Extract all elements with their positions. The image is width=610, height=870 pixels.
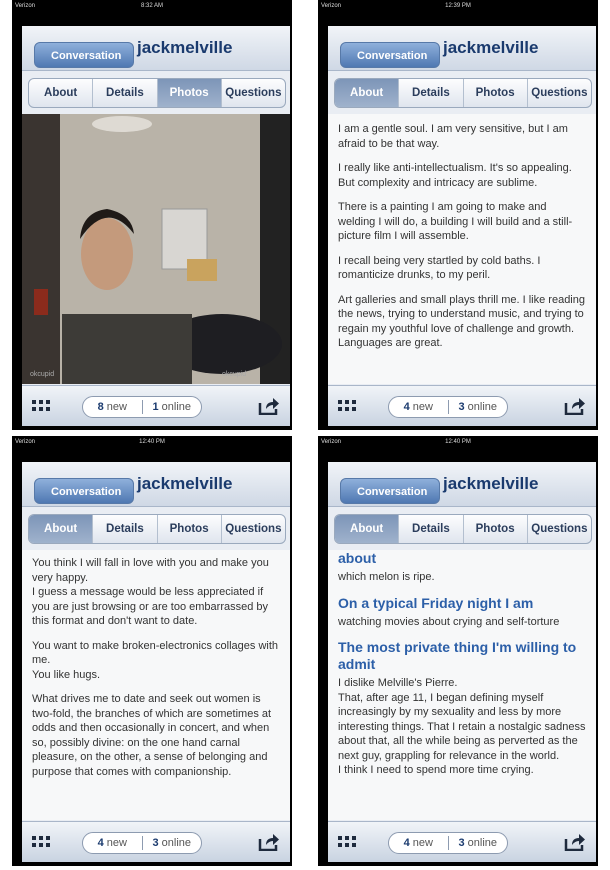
status-bar: Verizon 8:32 AM	[12, 0, 292, 12]
nav-bar: Conversation jackmelville	[328, 462, 596, 507]
online-count: 1 online	[152, 401, 192, 413]
tab-photos[interactable]: Photos	[158, 515, 222, 543]
profile-title: jackmelville	[137, 38, 233, 57]
about-content: I am a gentle soul. I am very sensitive,…	[328, 114, 596, 384]
tab-photos[interactable]: Photos	[157, 79, 222, 107]
about-paragraph: Art galleries and small plays thrill me.…	[338, 293, 585, 350]
photo-illustration: okcupid okcupid	[22, 114, 290, 384]
tab-questions[interactable]: Questions	[222, 515, 285, 543]
conversation-back-button[interactable]: Conversation	[34, 478, 135, 504]
nav-bar: Conversation jackmelville	[328, 26, 596, 71]
clock-label: 12:39 PM	[445, 3, 471, 9]
share-icon[interactable]	[564, 833, 586, 851]
conversation-back-button[interactable]: Conversation	[340, 478, 441, 504]
tab-questions[interactable]: Questions	[528, 515, 591, 543]
tab-about[interactable]: About	[335, 79, 400, 107]
about-paragraph: I really like anti-intellectualism. It's…	[338, 162, 572, 189]
svg-text:okcupid: okcupid	[30, 371, 54, 378]
about-content: You think I will fall in love with you a…	[22, 550, 290, 820]
bottom-toolbar: 4 new 3 online	[328, 385, 596, 426]
profile-tabs: About Details Photos Questions	[28, 78, 286, 108]
status-bar: Verizon 12:39 PM	[318, 0, 598, 12]
share-icon[interactable]	[258, 833, 280, 851]
app-screen: Conversation jackmelville About Details …	[22, 462, 290, 862]
new-messages-count: 8 new	[97, 401, 127, 413]
about-paragraph: You want to make broken-electronics coll…	[32, 639, 279, 681]
share-icon[interactable]	[564, 397, 586, 415]
section-heading: about	[338, 550, 377, 566]
profile-title: jackmelville	[443, 38, 539, 57]
section-text: watching movies about crying and self-to…	[338, 615, 560, 628]
clock-label: 12:40 PM	[445, 439, 471, 445]
profile-photo[interactable]: okcupid okcupid	[22, 114, 290, 384]
tab-about[interactable]: About	[29, 515, 94, 543]
online-count: 3 online	[458, 837, 498, 849]
activity-counter[interactable]: 8 new 1 online	[82, 396, 202, 418]
clock-label: 8:32 AM	[140, 3, 163, 9]
new-messages-count: 4 new	[403, 401, 433, 413]
grid-menu-icon[interactable]	[32, 400, 50, 412]
tab-details[interactable]: Details	[399, 515, 464, 543]
profile-title: jackmelville	[443, 474, 539, 493]
profile-tabs: About Details Photos Questions	[28, 514, 286, 544]
conversation-back-button[interactable]: Conversation	[34, 42, 135, 68]
new-messages-count: 4 new	[403, 837, 433, 849]
tab-photos[interactable]: Photos	[464, 515, 528, 543]
activity-counter[interactable]: 4 new 3 online	[388, 396, 508, 418]
conversation-back-button[interactable]: Conversation	[340, 42, 441, 68]
section-text: I dislike Melville's Pierre. That, after…	[338, 677, 586, 776]
section-text: which melon is ripe.	[338, 571, 435, 583]
section-heading: The most private thing I'm willing to ad…	[338, 639, 577, 672]
about-paragraph: I am a gentle soul. I am very sensitive,…	[338, 123, 568, 150]
activity-counter[interactable]: 4 new 3 online	[388, 832, 508, 854]
grid-menu-icon[interactable]	[338, 400, 356, 412]
profile-title: jackmelville	[137, 474, 233, 493]
tab-photos[interactable]: Photos	[464, 79, 528, 107]
grid-menu-icon[interactable]	[338, 836, 356, 848]
tab-questions[interactable]: Questions	[222, 79, 285, 107]
tab-details[interactable]: Details	[399, 79, 464, 107]
about-content: about which melon is ripe. On a typical …	[328, 550, 596, 820]
status-bar: Verizon 12:40 PM	[12, 436, 292, 448]
app-screen: Conversation jackmelville About Details …	[328, 462, 596, 862]
online-count: 3 online	[458, 401, 498, 413]
nav-bar: Conversation jackmelville	[22, 26, 290, 71]
screenshot-panel-2: Verizon 12:39 PM Conversation jackmelvil…	[318, 0, 598, 430]
profile-tabs: About Details Photos Questions	[334, 514, 592, 544]
app-screen: Conversation jackmelville About Details …	[22, 26, 290, 426]
about-paragraph: I recall being very startled by cold bat…	[338, 254, 541, 282]
grid-menu-icon[interactable]	[32, 836, 50, 848]
activity-counter[interactable]: 4 new 3 online	[82, 832, 202, 854]
svg-text:okcupid: okcupid	[222, 371, 246, 378]
screenshot-panel-1: Verizon 8:32 AM Conversation jackmelvill…	[12, 0, 292, 430]
bottom-toolbar: 4 new 3 online	[328, 821, 596, 862]
tab-about[interactable]: About	[29, 79, 94, 107]
online-count: 3 online	[152, 837, 192, 849]
new-messages-count: 4 new	[97, 837, 127, 849]
status-bar: Verizon 12:40 PM	[318, 436, 598, 448]
profile-tabs: About Details Photos Questions	[334, 78, 592, 108]
screenshot-panel-4: Verizon 12:40 PM Conversation jackmelvil…	[318, 436, 598, 866]
share-icon[interactable]	[258, 397, 280, 415]
screenshot-panel-3: Verizon 12:40 PM Conversation jackmelvil…	[12, 436, 292, 866]
clock-label: 12:40 PM	[139, 439, 165, 445]
section-heading: On a typical Friday night I am	[338, 594, 534, 611]
about-paragraph: You think I will fall in love with you a…	[32, 557, 269, 627]
bottom-toolbar: 8 new 1 online	[22, 385, 290, 426]
tab-details[interactable]: Details	[93, 515, 158, 543]
tab-details[interactable]: Details	[93, 79, 158, 107]
about-paragraph: What drives me to date and seek out wome…	[32, 693, 272, 778]
about-paragraph: There is a painting I am going to make a…	[338, 201, 573, 242]
app-screen: Conversation jackmelville About Details …	[328, 26, 596, 426]
nav-bar: Conversation jackmelville	[22, 462, 290, 507]
tab-questions[interactable]: Questions	[528, 79, 591, 107]
bottom-toolbar: 4 new 3 online	[22, 821, 290, 862]
tab-about[interactable]: About	[335, 515, 400, 543]
